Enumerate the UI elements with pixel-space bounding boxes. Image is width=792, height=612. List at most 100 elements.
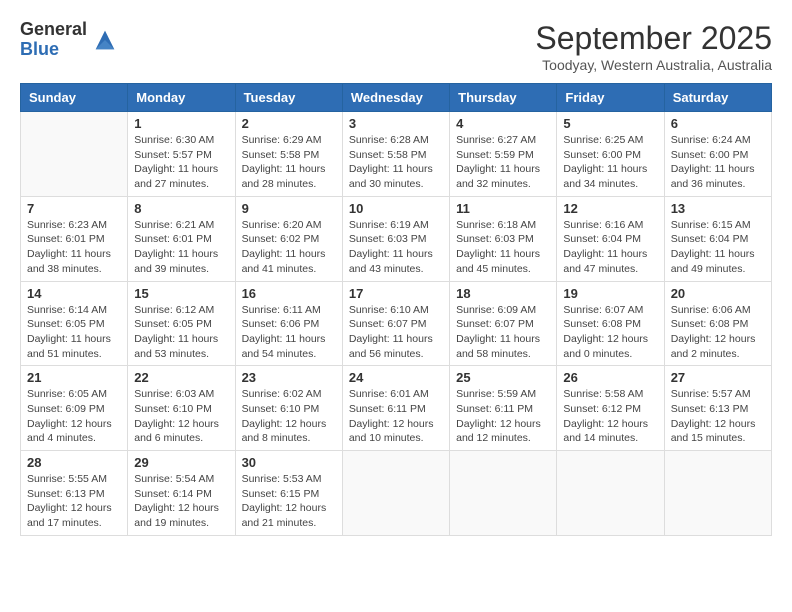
day-info: Sunrise: 6:21 AMSunset: 6:01 PMDaylight:… xyxy=(134,218,228,277)
day-header-monday: Monday xyxy=(128,84,235,112)
day-number: 20 xyxy=(671,286,765,301)
day-number: 28 xyxy=(27,455,121,470)
day-number: 8 xyxy=(134,201,228,216)
day-number: 14 xyxy=(27,286,121,301)
day-info: Sunrise: 6:03 AMSunset: 6:10 PMDaylight:… xyxy=(134,387,228,446)
day-info: Sunrise: 6:23 AMSunset: 6:01 PMDaylight:… xyxy=(27,218,121,277)
day-info: Sunrise: 6:20 AMSunset: 6:02 PMDaylight:… xyxy=(242,218,336,277)
calendar-cell: 7 Sunrise: 6:23 AMSunset: 6:01 PMDaylight… xyxy=(21,196,128,281)
calendar-cell: 3 Sunrise: 6:28 AMSunset: 5:58 PMDaylight… xyxy=(342,112,449,197)
day-info: Sunrise: 6:27 AMSunset: 5:59 PMDaylight:… xyxy=(456,133,550,192)
day-number: 25 xyxy=(456,370,550,385)
day-info: Sunrise: 6:15 AMSunset: 6:04 PMDaylight:… xyxy=(671,218,765,277)
calendar-cell: 24 Sunrise: 6:01 AMSunset: 6:11 PMDayligh… xyxy=(342,366,449,451)
day-info: Sunrise: 6:11 AMSunset: 6:06 PMDaylight:… xyxy=(242,303,336,362)
calendar-cell: 21 Sunrise: 6:05 AMSunset: 6:09 PMDayligh… xyxy=(21,366,128,451)
calendar-cell: 18Sunrise: 6:09 AMSunset: 6:07 PMDayligh… xyxy=(450,281,557,366)
day-header-friday: Friday xyxy=(557,84,664,112)
day-info: Sunrise: 6:01 AMSunset: 6:11 PMDaylight:… xyxy=(349,387,443,446)
calendar-week-row: 21 Sunrise: 6:05 AMSunset: 6:09 PMDayligh… xyxy=(21,366,772,451)
day-number: 3 xyxy=(349,116,443,131)
calendar-table: SundayMondayTuesdayWednesdayThursdayFrid… xyxy=(20,83,772,536)
calendar-week-row: 1Sunrise: 6:30 AMSunset: 5:57 PMDaylight… xyxy=(21,112,772,197)
day-info: Sunrise: 6:24 AMSunset: 6:00 PMDaylight:… xyxy=(671,133,765,192)
calendar-cell: 27 Sunrise: 5:57 AMSunset: 6:13 PMDayligh… xyxy=(664,366,771,451)
calendar-cell: 23 Sunrise: 6:02 AMSunset: 6:10 PMDayligh… xyxy=(235,366,342,451)
day-info: Sunrise: 6:25 AMSunset: 6:00 PMDaylight:… xyxy=(563,133,657,192)
calendar-header-row: SundayMondayTuesdayWednesdayThursdayFrid… xyxy=(21,84,772,112)
day-number: 29 xyxy=(134,455,228,470)
calendar-cell: 6 Sunrise: 6:24 AMSunset: 6:00 PMDaylight… xyxy=(664,112,771,197)
day-header-tuesday: Tuesday xyxy=(235,84,342,112)
day-info: Sunrise: 6:02 AMSunset: 6:10 PMDaylight:… xyxy=(242,387,336,446)
calendar-week-row: 14 Sunrise: 6:14 AMSunset: 6:05 PMDayligh… xyxy=(21,281,772,366)
day-header-wednesday: Wednesday xyxy=(342,84,449,112)
logo: General Blue xyxy=(20,20,119,60)
calendar-cell: 15Sunrise: 6:12 AMSunset: 6:05 PMDayligh… xyxy=(128,281,235,366)
calendar-cell: 29 Sunrise: 5:54 AMSunset: 6:14 PMDayligh… xyxy=(128,451,235,536)
calendar-cell: 9 Sunrise: 6:20 AMSunset: 6:02 PMDaylight… xyxy=(235,196,342,281)
logo-blue-text: Blue xyxy=(20,40,87,60)
day-number: 13 xyxy=(671,201,765,216)
day-number: 26 xyxy=(563,370,657,385)
day-number: 24 xyxy=(349,370,443,385)
calendar-cell: 10Sunrise: 6:19 AMSunset: 6:03 PMDayligh… xyxy=(342,196,449,281)
day-header-saturday: Saturday xyxy=(664,84,771,112)
calendar-cell: 12 Sunrise: 6:16 AMSunset: 6:04 PMDayligh… xyxy=(557,196,664,281)
day-info: Sunrise: 6:05 AMSunset: 6:09 PMDaylight:… xyxy=(27,387,121,446)
calendar-cell: 16Sunrise: 6:11 AMSunset: 6:06 PMDayligh… xyxy=(235,281,342,366)
calendar-cell: 17Sunrise: 6:10 AMSunset: 6:07 PMDayligh… xyxy=(342,281,449,366)
calendar-cell: 26 Sunrise: 5:58 AMSunset: 6:12 PMDayligh… xyxy=(557,366,664,451)
calendar-cell: 28 Sunrise: 5:55 AMSunset: 6:13 PMDayligh… xyxy=(21,451,128,536)
day-info: Sunrise: 5:54 AMSunset: 6:14 PMDaylight:… xyxy=(134,472,228,531)
calendar-cell xyxy=(450,451,557,536)
day-number: 12 xyxy=(563,201,657,216)
day-info: Sunrise: 6:14 AMSunset: 6:05 PMDaylight:… xyxy=(27,303,121,362)
day-number: 9 xyxy=(242,201,336,216)
day-number: 30 xyxy=(242,455,336,470)
day-info: Sunrise: 5:53 AMSunset: 6:15 PMDaylight:… xyxy=(242,472,336,531)
logo-general-text: General xyxy=(20,20,87,40)
day-info: Sunrise: 6:12 AMSunset: 6:05 PMDaylight:… xyxy=(134,303,228,362)
calendar-cell: 4Sunrise: 6:27 AMSunset: 5:59 PMDaylight… xyxy=(450,112,557,197)
day-number: 6 xyxy=(671,116,765,131)
calendar-cell: 25 Sunrise: 5:59 AMSunset: 6:11 PMDayligh… xyxy=(450,366,557,451)
day-info: Sunrise: 6:09 AMSunset: 6:07 PMDaylight:… xyxy=(456,303,550,362)
day-info: Sunrise: 5:55 AMSunset: 6:13 PMDaylight:… xyxy=(27,472,121,531)
day-info: Sunrise: 5:57 AMSunset: 6:13 PMDaylight:… xyxy=(671,387,765,446)
calendar-cell: 8 Sunrise: 6:21 AMSunset: 6:01 PMDaylight… xyxy=(128,196,235,281)
day-number: 1 xyxy=(134,116,228,131)
day-info: Sunrise: 6:18 AMSunset: 6:03 PMDaylight:… xyxy=(456,218,550,277)
calendar-cell: 22 Sunrise: 6:03 AMSunset: 6:10 PMDayligh… xyxy=(128,366,235,451)
day-number: 21 xyxy=(27,370,121,385)
day-info: Sunrise: 5:58 AMSunset: 6:12 PMDaylight:… xyxy=(563,387,657,446)
calendar-cell: 19 Sunrise: 6:07 AMSunset: 6:08 PMDayligh… xyxy=(557,281,664,366)
day-info: Sunrise: 6:16 AMSunset: 6:04 PMDaylight:… xyxy=(563,218,657,277)
day-header-sunday: Sunday xyxy=(21,84,128,112)
page-header: General Blue September 2025 Toodyay, Wes… xyxy=(20,20,772,73)
calendar-cell: 5 Sunrise: 6:25 AMSunset: 6:00 PMDaylight… xyxy=(557,112,664,197)
day-number: 19 xyxy=(563,286,657,301)
calendar-cell: 13 Sunrise: 6:15 AMSunset: 6:04 PMDayligh… xyxy=(664,196,771,281)
calendar-week-row: 28 Sunrise: 5:55 AMSunset: 6:13 PMDayligh… xyxy=(21,451,772,536)
day-info: Sunrise: 6:07 AMSunset: 6:08 PMDaylight:… xyxy=(563,303,657,362)
day-number: 27 xyxy=(671,370,765,385)
calendar-cell: 20Sunrise: 6:06 AMSunset: 6:08 PMDayligh… xyxy=(664,281,771,366)
day-info: Sunrise: 5:59 AMSunset: 6:11 PMDaylight:… xyxy=(456,387,550,446)
day-header-thursday: Thursday xyxy=(450,84,557,112)
month-title: September 2025 xyxy=(535,20,772,57)
calendar-cell xyxy=(557,451,664,536)
calendar-cell: 1Sunrise: 6:30 AMSunset: 5:57 PMDaylight… xyxy=(128,112,235,197)
calendar-cell: 2Sunrise: 6:29 AMSunset: 5:58 PMDaylight… xyxy=(235,112,342,197)
calendar-cell xyxy=(664,451,771,536)
day-number: 23 xyxy=(242,370,336,385)
day-number: 5 xyxy=(563,116,657,131)
day-number: 17 xyxy=(349,286,443,301)
day-number: 22 xyxy=(134,370,228,385)
calendar-cell: 14 Sunrise: 6:14 AMSunset: 6:05 PMDayligh… xyxy=(21,281,128,366)
day-info: Sunrise: 6:28 AMSunset: 5:58 PMDaylight:… xyxy=(349,133,443,192)
day-info: Sunrise: 6:29 AMSunset: 5:58 PMDaylight:… xyxy=(242,133,336,192)
calendar-cell xyxy=(342,451,449,536)
day-number: 7 xyxy=(27,201,121,216)
location-subtitle: Toodyay, Western Australia, Australia xyxy=(535,57,772,73)
